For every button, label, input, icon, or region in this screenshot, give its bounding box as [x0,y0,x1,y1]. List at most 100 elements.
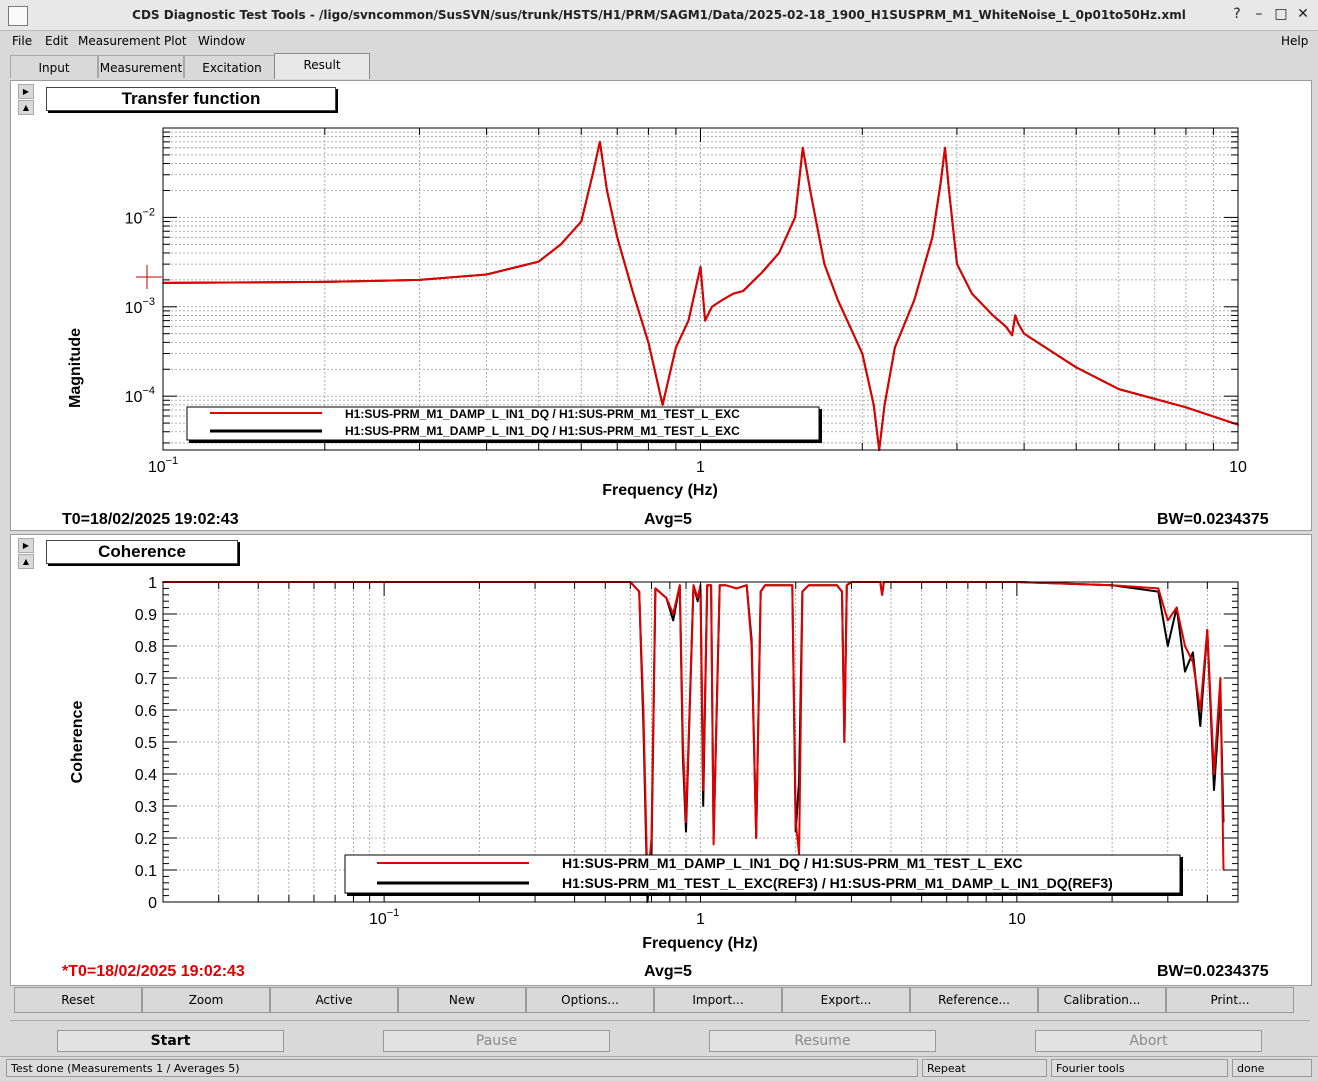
menu-bar: File Edit Measurement Plot Window Help [0,31,1318,53]
data-point [843,741,846,743]
status-state: done [1232,1059,1312,1077]
data-point [764,584,766,586]
tab-bar: Input Measurement Excitation Result [10,53,1310,79]
reset-button[interactable]: Reset [14,987,142,1013]
menu-file[interactable]: File [12,34,32,48]
transfer-function-plot[interactable]: 10−1 1 10 10−2 10−3 10−4 Frequency (Hz) Magni… [40,80,1308,520]
data-point [940,181,942,183]
data-point [702,789,704,791]
zoom-button[interactable]: Zoom [142,987,270,1013]
maximize-icon[interactable]: □ [1272,5,1290,23]
abort-button[interactable]: Abort [1035,1030,1262,1052]
data-point [794,216,796,219]
x-tick-label: 10 [1229,459,1247,476]
coh-legend-shadow-bottom [347,893,1183,896]
data-point [931,236,934,238]
coherence-plot[interactable]: 10−1 1 10 0 0.1 0.2 0.3 0.4 0.5 0.6 0.7 0.8 0.9 1 Fre… [40,534,1308,964]
expand-right-icon[interactable]: ▶ [18,84,34,99]
data-point [1167,645,1169,647]
pause-button[interactable]: Pause [383,1030,610,1052]
data-point [1011,334,1013,337]
import-button[interactable]: Import... [654,987,782,1013]
data-point [1184,670,1186,673]
data-point [801,590,804,593]
tab-input[interactable]: Input [10,55,98,78]
export-button[interactable]: Export... [782,987,910,1013]
collapse-up-icon[interactable]: ▲ [18,554,34,569]
data-point [836,298,839,301]
active-button[interactable]: Active [270,987,398,1013]
tf-legend[interactable]: H1:SUS-PRM_M1_DAMP_L_IN1_DQ / H1:SUS-PRM… [186,406,822,443]
expand-right-icon[interactable]: ▶ [18,538,34,553]
data-point [485,273,488,276]
help-window-icon[interactable]: ? [1228,5,1246,23]
status-repeat: Repeat [922,1059,1047,1077]
y-tick-label: 0.7 [135,671,157,688]
data-point [1023,332,1025,335]
coh-legend-label-black: H1:SUS-PRM_M1_TEST_L_EXC(REF3) / H1:SUS-… [562,875,1113,891]
y-tick-label: 0.2 [135,831,157,848]
data-point [802,147,804,149]
menu-help[interactable]: Help [1281,34,1308,48]
data-point [841,590,843,593]
data-point [706,584,708,586]
print-button[interactable]: Print... [1166,987,1294,1013]
coh-legend-shadow [1180,857,1183,895]
tab-measurement[interactable]: Measurement [98,55,184,78]
menu-plot[interactable]: Plot [164,34,187,48]
menu-edit[interactable]: Edit [45,34,68,48]
data-point [685,830,687,833]
data-point [692,584,695,586]
separator [10,1020,1310,1021]
data-point [580,220,583,223]
data-point [1118,388,1120,390]
data-point [647,341,650,344]
menu-measurement[interactable]: Measurement [78,34,160,48]
close-icon[interactable]: ✕ [1294,5,1312,23]
data-point [755,837,757,839]
reference-button[interactable]: Reference... [910,987,1038,1013]
data-point [944,147,946,149]
data-point [750,645,753,647]
data-point [1175,606,1178,609]
coh-bw-label: BW=0.0234375 [1157,963,1269,980]
y-tick-label: 0.4 [135,767,157,784]
data-point [971,292,973,295]
data-point [710,584,712,586]
data-point [1075,366,1077,369]
coh-x-axis-label: Frequency (Hz) [642,935,758,952]
data-point [735,587,738,590]
data-point [823,263,826,265]
data-point [846,584,848,586]
coh-legend-label-red: H1:SUS-PRM_M1_DAMP_L_IN1_DQ / H1:SUS-PRM… [562,855,1023,871]
collapse-up-icon[interactable]: ▲ [18,100,34,115]
tab-excitation[interactable]: Excitation [184,55,280,78]
data-point [1005,325,1007,328]
data-point [599,141,601,143]
data-point [1185,406,1187,409]
data-point [872,404,875,406]
data-point [791,584,794,586]
y-tick-label: 0.1 [135,863,157,880]
coh-legend[interactable]: H1:SUS-PRM_M1_DAMP_L_IN1_DQ / H1:SUS-PRM… [344,854,1183,896]
data-point [956,263,958,265]
start-button[interactable]: Start [57,1030,284,1052]
data-point [661,404,664,406]
data-point [537,260,540,263]
resume-button[interactable]: Resume [709,1030,936,1052]
status-bar: Test done (Measurements 1 / Averages 5) … [0,1056,1318,1081]
tab-result[interactable]: Result [274,53,370,79]
new-button[interactable]: New [398,987,526,1013]
data-point [760,272,763,274]
options-button[interactable]: Options... [526,987,654,1013]
minimize-icon[interactable]: – [1250,5,1268,23]
data-point [650,837,653,839]
data-point [836,584,838,586]
calibration-button[interactable]: Calibration... [1038,987,1166,1013]
data-point [591,173,594,176]
data-point [992,314,994,317]
data-point [642,709,645,711]
y-tick-label: 0 [148,895,157,912]
tf-legend-shadow-bottom [189,440,822,443]
menu-window[interactable]: Window [198,34,245,48]
